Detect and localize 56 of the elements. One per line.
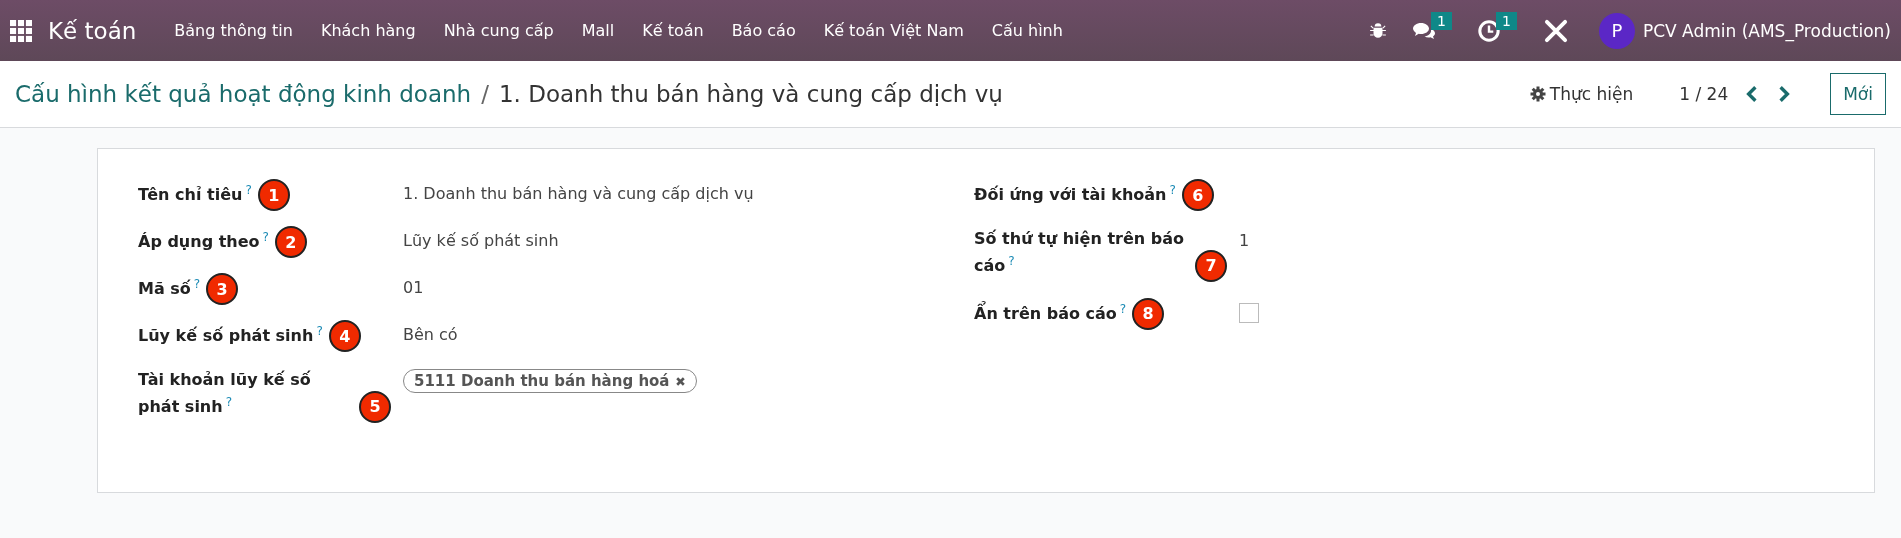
help-mark[interactable]: ?	[225, 394, 233, 409]
field-label: Tài khoản lũy kế số phát sinh $^{?}$	[138, 369, 312, 418]
menu-item[interactable]: Nhà cung cấp	[443, 21, 554, 40]
menu-item[interactable]: Bảng thông tin	[174, 21, 293, 40]
field-label: Mã số $^{?}$	[138, 276, 201, 301]
step-marker: 5	[359, 390, 391, 423]
field-label: Số thứ tự hiện trên báo cáo $^{?}$	[974, 228, 1185, 277]
gear-icon	[1529, 86, 1546, 102]
app-name[interactable]: Kế toán	[48, 17, 137, 44]
field-label: Ẩn trên báo cáo $^{?}$	[974, 300, 1127, 325]
step-marker: 2	[274, 226, 307, 258]
field-label: Đối ứng với tài khoản $^{?}$	[974, 182, 1176, 207]
breadcrumb-separator: /	[481, 81, 489, 107]
step-marker: 3	[206, 273, 239, 305]
step-marker: 6	[1181, 179, 1214, 211]
remove-icon[interactable]	[675, 375, 687, 387]
clock-icon[interactable]	[1478, 19, 1501, 42]
field-label: Áp dụng theo $^{?}$	[138, 229, 269, 254]
user-avatar[interactable]: P	[1598, 12, 1635, 49]
previous-icon[interactable]	[1746, 85, 1759, 103]
step-marker: 4	[328, 320, 361, 352]
activity-count-badge: 1	[1496, 11, 1517, 30]
breadcrumb-link[interactable]: Cấu hình kết quả hoạt động kinh doanh	[15, 81, 472, 107]
menu-item[interactable]: Mall	[581, 21, 615, 40]
user-name[interactable]: PCV Admin (AMS_Production)	[1642, 20, 1891, 41]
step-marker: 8	[1132, 297, 1165, 330]
bug-icon[interactable]	[1369, 21, 1388, 40]
field-value: Bên có	[403, 325, 458, 344]
help-mark[interactable]: ?	[1119, 301, 1127, 316]
message-count-badge: 1	[1431, 11, 1453, 30]
field-value: 1. Doanh thu bán hàng và cung cấp dịch vụ	[403, 184, 754, 203]
help-mark[interactable]: ?	[245, 183, 252, 198]
menu-item[interactable]: Kế toán	[642, 21, 704, 40]
new-button[interactable]: Mới	[1830, 73, 1886, 115]
field-label: Tên chỉ tiêu $^{?}$	[138, 182, 252, 207]
help-mark[interactable]: ?	[1008, 253, 1015, 268]
breadcrumb-current: 1. Doanh thu bán hàng và cung cấp dịch vụ	[498, 81, 1003, 107]
checkbox[interactable]	[1239, 302, 1259, 323]
next-icon[interactable]	[1778, 85, 1791, 103]
menu-item[interactable]: Báo cáo	[731, 21, 796, 40]
help-mark[interactable]: ?	[262, 230, 269, 245]
field-value: 1	[1239, 231, 1250, 250]
field-value: 01	[403, 278, 424, 297]
help-mark[interactable]: ?	[1169, 183, 1176, 198]
help-mark[interactable]: ?	[316, 324, 323, 339]
help-mark[interactable]: ?	[193, 277, 201, 292]
action-button[interactable]: Thực hiện	[1523, 83, 1640, 105]
field-value: Lũy kế số phát sinh	[403, 231, 559, 250]
apps-menu-icon[interactable]	[10, 19, 32, 42]
step-marker: 1	[257, 179, 290, 211]
menu-item[interactable]: Khách hàng	[320, 21, 416, 40]
field-label: Lũy kế số phát sinh $^{?}$	[138, 323, 323, 348]
menu-item[interactable]: Cấu hình	[991, 21, 1063, 40]
menu-item[interactable]: Kế toán Việt Nam	[823, 21, 964, 40]
pager-counter: 1 / 24	[1679, 84, 1729, 104]
step-marker: 7	[1195, 249, 1227, 282]
